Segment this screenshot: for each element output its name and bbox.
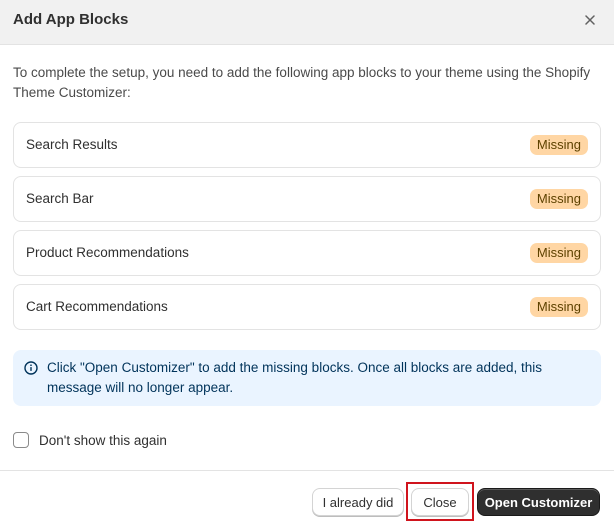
intro-text: To complete the setup, you need to add t… — [13, 65, 591, 100]
close-icon[interactable] — [580, 10, 600, 30]
block-name: Search Results — [26, 137, 118, 152]
dialog-header: Add App Blocks — [0, 0, 614, 45]
block-name: Cart Recommendations — [26, 299, 168, 314]
status-badge: Missing — [529, 243, 588, 263]
status-badge: Missing — [529, 297, 588, 317]
info-banner: Click "Open Customizer" to add the missi… — [13, 350, 601, 406]
status-badge: Missing — [529, 135, 588, 155]
list-item: Search Results Missing — [13, 122, 601, 168]
dont-show-again-checkbox-row[interactable]: Don't show this again — [13, 430, 167, 450]
dont-show-again-checkbox[interactable] — [13, 432, 29, 448]
list-item: Cart Recommendations Missing — [13, 284, 601, 330]
checkbox-label: Don't show this again — [39, 432, 167, 448]
app-block-list: Search Results Missing Search Bar Missin… — [13, 122, 601, 338]
block-name: Product Recommendations — [26, 245, 189, 260]
list-item: Search Bar Missing — [13, 176, 601, 222]
block-name: Search Bar — [26, 191, 94, 206]
already-did-button[interactable]: I already did — [312, 488, 404, 516]
status-badge: Missing — [529, 189, 588, 209]
info-icon — [24, 361, 38, 375]
banner-message: Click "Open Customizer" to add the missi… — [47, 360, 543, 395]
list-item: Product Recommendations Missing — [13, 230, 601, 276]
add-app-blocks-dialog: Add App Blocks To complete the setup, yo… — [0, 0, 614, 531]
dialog-footer: I already did Close Open Customizer — [0, 470, 614, 531]
close-button[interactable]: Close — [411, 488, 469, 516]
dialog-title: Add App Blocks — [13, 11, 129, 28]
open-customizer-button[interactable]: Open Customizer — [477, 488, 600, 516]
